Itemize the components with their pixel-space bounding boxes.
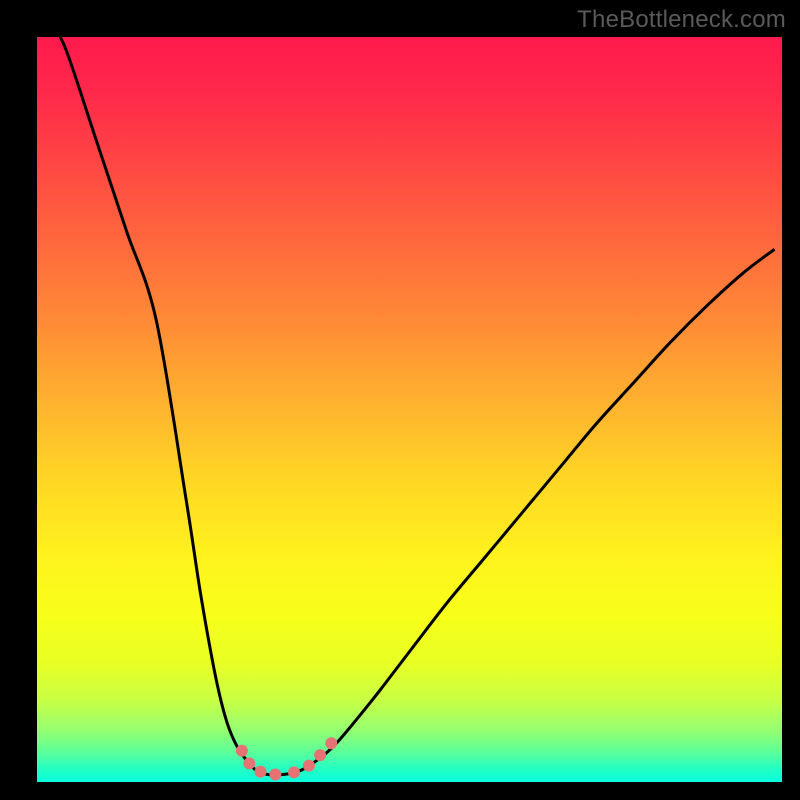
plot-area	[37, 37, 782, 782]
chart-frame: TheBottleneck.com	[0, 0, 800, 800]
marker-dot	[243, 757, 255, 769]
marker-dot	[236, 745, 248, 757]
chart-svg	[37, 37, 782, 782]
marker-dot	[314, 749, 326, 761]
marker-dot	[269, 769, 281, 781]
marker-dot	[255, 766, 267, 778]
marker-dot	[303, 760, 315, 772]
curve-path	[52, 37, 775, 775]
bottleneck-curve	[52, 37, 775, 775]
marker-dot	[288, 766, 300, 778]
watermark-text: TheBottleneck.com	[577, 6, 786, 34]
marker-dot	[325, 737, 337, 749]
